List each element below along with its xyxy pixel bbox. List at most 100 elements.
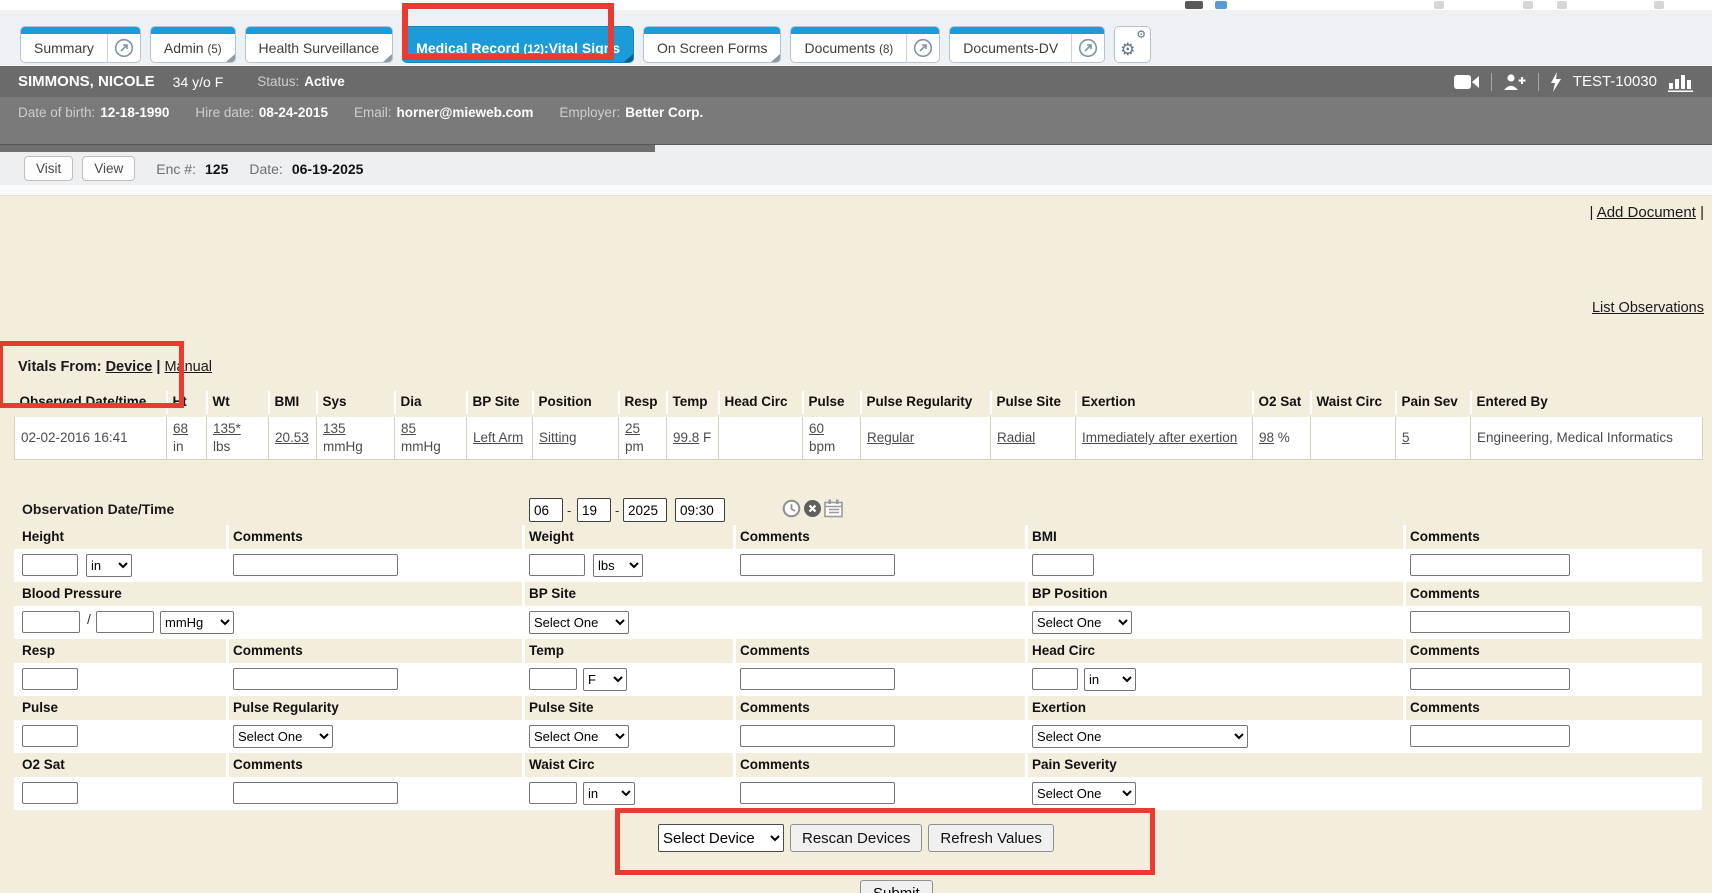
ht-link[interactable]: 68 xyxy=(173,421,188,436)
tab-health-surveillance[interactable]: Health Surveillance xyxy=(245,26,394,63)
bp-systolic-input[interactable] xyxy=(22,611,80,633)
bmi-link[interactable]: 20.53 xyxy=(275,430,309,445)
lightning-icon[interactable] xyxy=(1550,72,1562,92)
bp-diastolic-input[interactable] xyxy=(96,611,154,633)
tab-summary[interactable]: Summary xyxy=(20,26,141,63)
tab-documents[interactable]: Documents (8) xyxy=(790,26,940,63)
wt-link[interactable]: 135* xyxy=(213,421,241,436)
cell-entered-by: Engineering, Medical Informatics xyxy=(1471,415,1703,459)
resp-comments-input[interactable] xyxy=(233,668,398,690)
waist-comments-input[interactable] xyxy=(740,782,895,804)
o2-sat-input[interactable] xyxy=(22,782,78,804)
temp-unit-select[interactable]: F xyxy=(583,668,627,691)
exertion-link[interactable]: Immediately after exertion xyxy=(1082,430,1237,445)
resp-input[interactable] xyxy=(22,668,78,690)
obs-year-input[interactable] xyxy=(623,498,667,522)
bp-unit-select[interactable]: mmHg xyxy=(160,611,234,634)
weight-input[interactable] xyxy=(529,554,585,576)
view-button[interactable]: View xyxy=(82,156,135,181)
head-circ-comments-input[interactable] xyxy=(1410,668,1570,690)
list-observations-link[interactable]: List Observations xyxy=(1592,300,1704,316)
bmi-input[interactable] xyxy=(1032,554,1094,576)
pipe: | xyxy=(1589,204,1593,221)
tab-on-screen-forms[interactable]: On Screen Forms xyxy=(643,26,781,63)
pulse-site-link[interactable]: Radial xyxy=(997,430,1035,445)
vitals-from-manual-link[interactable]: Manual xyxy=(164,359,212,375)
obs-day-input[interactable] xyxy=(577,498,611,522)
pain-severity-select[interactable]: Select One xyxy=(1032,782,1136,805)
o2-link[interactable]: 98 xyxy=(1259,430,1274,445)
sys-unit: mmHg xyxy=(323,439,363,454)
obs-time-input[interactable] xyxy=(675,498,725,522)
tab-fold-corner xyxy=(771,54,780,62)
tab-documents-popout-button[interactable] xyxy=(906,34,939,62)
tab-on-screen-forms-label: On Screen Forms xyxy=(644,40,780,56)
calendar-icon[interactable] xyxy=(824,499,843,521)
bp-position-select[interactable]: Select One xyxy=(1032,611,1132,634)
pulse-regularity-select[interactable]: Select One xyxy=(233,725,333,748)
sys-link[interactable]: 135 xyxy=(323,421,346,436)
bp-site-select[interactable]: Select One xyxy=(529,611,629,634)
settings-gear-button[interactable]: ⚙ ⚙ xyxy=(1114,26,1151,63)
divider xyxy=(1538,73,1539,91)
pain-sev-link[interactable]: 5 xyxy=(1402,430,1410,445)
weight-comments-input[interactable] xyxy=(740,554,895,576)
temp-link[interactable]: 99.8 xyxy=(673,430,699,445)
bar-chart-icon[interactable] xyxy=(1668,71,1694,92)
bmi-comments-input[interactable] xyxy=(1410,554,1570,576)
date-separator: - xyxy=(615,503,619,518)
form-label-row-3: Resp Comments Temp Comments Head Circ Co… xyxy=(14,639,1702,663)
head-circ-unit-select[interactable]: in xyxy=(1084,668,1136,691)
bp-site-link[interactable]: Left Arm xyxy=(473,430,523,445)
temp-input[interactable] xyxy=(529,668,577,690)
pulse-input[interactable] xyxy=(22,725,78,747)
height-input[interactable] xyxy=(22,554,78,576)
submit-button[interactable]: Submit xyxy=(860,880,933,893)
column-divider xyxy=(522,753,525,777)
weight-unit-select[interactable]: lbs xyxy=(593,554,643,577)
cell-temp: 99.8 F xyxy=(667,415,719,459)
employer-value: Better Corp. xyxy=(625,105,703,120)
col-sys: Sys xyxy=(317,391,395,415)
head-circ-input[interactable] xyxy=(1032,668,1078,690)
comments-label: Comments xyxy=(740,700,810,715)
pulse-site-select[interactable]: Select One xyxy=(529,725,629,748)
rescan-devices-button[interactable]: Rescan Devices xyxy=(790,824,922,852)
video-camera-icon[interactable] xyxy=(1454,74,1480,90)
temp-comments-input[interactable] xyxy=(740,668,895,690)
waist-circ-unit-select[interactable]: in xyxy=(583,782,635,805)
add-person-icon[interactable] xyxy=(1503,73,1527,91)
temp-unit: F xyxy=(703,430,711,445)
tab-medical-record-vital-signs[interactable]: Medical Record (12):Vital Signs xyxy=(402,26,634,63)
o2-comments-input[interactable] xyxy=(233,782,398,804)
select-device-dropdown[interactable]: Select Device xyxy=(658,824,784,852)
clear-x-icon[interactable] xyxy=(803,499,822,521)
pulse-comments-input[interactable] xyxy=(740,725,895,747)
tab-accent-strip xyxy=(21,27,140,34)
waist-circ-input[interactable] xyxy=(529,782,577,804)
exertion-select[interactable]: Select One xyxy=(1032,725,1248,748)
bp-site-label: BP Site xyxy=(529,586,576,601)
bp-comments-input[interactable] xyxy=(1410,611,1570,633)
clock-icon[interactable] xyxy=(782,499,801,521)
tab-admin[interactable]: Admin (5) xyxy=(150,26,236,63)
col-pain-sev: Pain Sev xyxy=(1396,391,1471,415)
height-comments-input[interactable] xyxy=(233,554,398,576)
tab-documents-dv-popout-button[interactable] xyxy=(1071,34,1104,62)
dia-link[interactable]: 85 xyxy=(401,421,416,436)
position-link[interactable]: Sitting xyxy=(539,430,577,445)
tab-documents-dv[interactable]: Documents-DV xyxy=(949,26,1105,63)
exertion-comments-input[interactable] xyxy=(1410,725,1570,747)
resp-link[interactable]: 25 xyxy=(625,421,640,436)
visit-button[interactable]: Visit xyxy=(24,156,73,181)
vitals-from-device-link[interactable]: Device xyxy=(106,359,153,375)
comments-label: Comments xyxy=(233,643,303,658)
refresh-values-button[interactable]: Refresh Values xyxy=(928,824,1053,852)
tab-medical-record-count: (12) xyxy=(524,44,544,56)
add-document-link[interactable]: Add Document xyxy=(1597,204,1696,221)
pulse-regularity-link[interactable]: Regular xyxy=(867,430,914,445)
obs-month-input[interactable] xyxy=(529,498,563,522)
tab-summary-popout-button[interactable] xyxy=(107,34,140,62)
pulse-link[interactable]: 60 xyxy=(809,421,824,436)
height-unit-select[interactable]: in xyxy=(86,554,132,577)
